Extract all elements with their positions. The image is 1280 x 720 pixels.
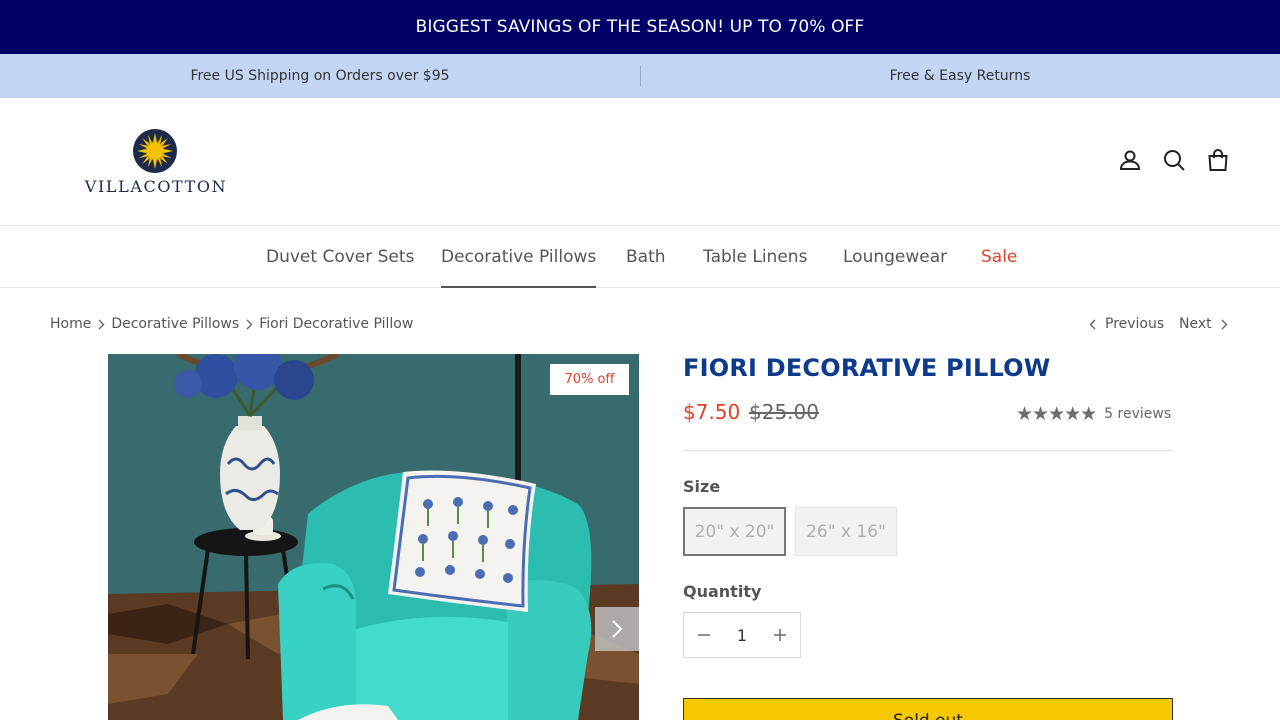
rating-summary[interactable]: ★★★★★ 5 reviews	[1016, 403, 1171, 425]
nav-item-table-linens[interactable]: Table Linens	[703, 226, 807, 288]
product-image[interactable]	[108, 354, 639, 720]
next-label: Next	[1179, 316, 1212, 332]
previous-label: Previous	[1105, 316, 1165, 332]
minus-icon	[697, 628, 711, 642]
breadcrumb-decorative-pillows[interactable]: Decorative Pillows	[111, 316, 239, 332]
usp-divider	[640, 66, 641, 86]
quantity-label: Quantity	[683, 582, 762, 601]
sale-price: $7.50	[683, 400, 741, 424]
chevron-right-icon	[245, 319, 253, 330]
compare-price: $25.00	[749, 400, 819, 424]
sold-out-button[interactable]: Sold out	[683, 698, 1173, 720]
chevron-left-icon	[1089, 319, 1097, 330]
quantity-decrease-button[interactable]	[684, 613, 724, 657]
breadcrumb-current: Fiori Decorative Pillow	[259, 316, 414, 332]
gallery-next-button[interactable]	[595, 607, 639, 651]
size-option-20x20[interactable]: 20" x 20"	[683, 507, 786, 556]
size-option-26x16[interactable]: 26" x 16"	[795, 507, 897, 556]
review-count: 5 reviews	[1104, 406, 1172, 422]
quantity-stepper: 1	[683, 612, 801, 658]
product-photo	[108, 354, 639, 720]
announcement-bar: BIGGEST SAVINGS OF THE SEASON! UP TO 70%…	[0, 0, 1280, 54]
site-header: VILLACOTTON	[0, 98, 1280, 226]
announcement-text: BIGGEST SAVINGS OF THE SEASON! UP TO 70%…	[415, 17, 865, 37]
star-rating-icon: ★★★★★	[1016, 403, 1097, 425]
main-nav: Duvet Cover Sets Decorative Pillows Bath…	[0, 226, 1280, 288]
brand-name: VILLACOTTON	[84, 177, 228, 196]
usp-shipping: Free US Shipping on Orders over $95	[190, 68, 450, 84]
quantity-input[interactable]: 1	[724, 626, 760, 645]
search-icon[interactable]	[1162, 148, 1186, 172]
next-product-link[interactable]: Next	[1179, 314, 1228, 334]
nav-item-sale[interactable]: Sale	[981, 226, 1017, 288]
account-icon[interactable]	[1118, 148, 1142, 172]
chevron-right-icon	[97, 319, 105, 330]
nav-item-decorative-pillows[interactable]: Decorative Pillows	[441, 226, 597, 288]
nav-item-loungewear[interactable]: Loungewear	[843, 226, 947, 288]
breadcrumb: Home Decorative Pillows Fiori Decorative…	[50, 314, 413, 334]
previous-product-link[interactable]: Previous	[1089, 314, 1164, 334]
usp-returns: Free & Easy Returns	[889, 68, 1031, 84]
brand-logo[interactable]: VILLACOTTON	[80, 128, 232, 196]
chevron-right-icon	[611, 619, 623, 639]
plus-icon	[773, 628, 787, 642]
nav-item-duvet-cover-sets[interactable]: Duvet Cover Sets	[266, 226, 414, 288]
chevron-right-icon	[1220, 319, 1228, 330]
size-label: Size	[683, 477, 721, 496]
sold-out-label: Sold out	[893, 711, 963, 720]
product-title: FIORI DECORATIVE PILLOW	[683, 354, 1051, 382]
breadcrumb-home[interactable]: Home	[50, 316, 91, 332]
nav-item-bath[interactable]: Bath	[626, 226, 666, 288]
sun-logo-icon	[133, 129, 177, 173]
discount-badge: 70% off	[550, 364, 629, 395]
cart-icon[interactable]	[1206, 148, 1230, 172]
usp-bar: Free US Shipping on Orders over $95 Free…	[0, 54, 1280, 98]
quantity-increase-button[interactable]	[760, 613, 800, 657]
section-divider	[683, 450, 1173, 451]
